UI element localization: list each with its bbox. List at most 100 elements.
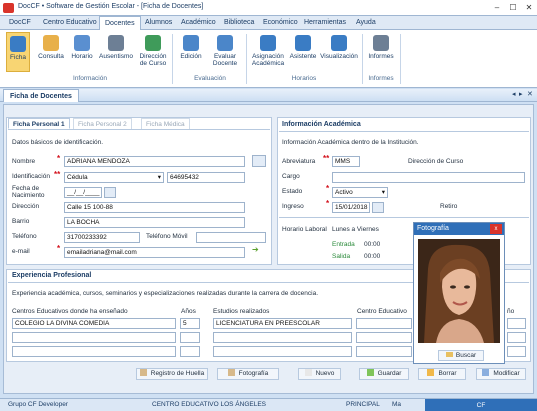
fecha-nacimiento-label: Fecha de Nacimiento <box>12 185 45 200</box>
minimize-icon[interactable]: – <box>490 2 504 13</box>
exp-centro-2[interactable] <box>12 332 176 343</box>
ficha-button[interactable]: Ficha <box>6 32 30 72</box>
fecha-nacimiento-field[interactable]: __/__/____ <box>64 187 102 198</box>
menu-docentes[interactable]: Docentes <box>99 16 141 31</box>
nombre-field[interactable]: ADRIANA MENDOZA <box>64 156 245 167</box>
exp-ano-1[interactable] <box>507 318 526 329</box>
status-role: PRINCIPAL <box>346 401 380 408</box>
borrar-label: Borrar <box>438 370 457 377</box>
ausentismo-button[interactable]: Ausentismo <box>99 32 133 72</box>
exp-centro-educativo-3[interactable] <box>356 346 412 357</box>
exp-ano-2[interactable] <box>507 332 526 343</box>
required-mark: ** <box>323 154 330 163</box>
tab-ficha-personal-2[interactable]: Ficha Personal 2 <box>73 118 132 129</box>
asignacion-academica-button[interactable]: Asignación Académica <box>250 32 286 72</box>
evaluar-docente-button[interactable]: Evaluar Docente <box>209 32 241 72</box>
informes-label: Informes <box>368 53 394 60</box>
abreviatura-field[interactable]: MMS <box>332 156 360 167</box>
menu-herramientas[interactable]: Herramientas <box>299 16 351 30</box>
consulta-button[interactable]: Consulta <box>37 32 65 72</box>
tipo-identificacion-select[interactable]: Cédula ▾ <box>64 172 164 183</box>
modificar-button[interactable]: Modificar <box>476 368 526 380</box>
tab-ficha-personal-1[interactable]: Ficha Personal 1 <box>8 118 70 129</box>
horario-label: Horario <box>71 53 93 60</box>
photo-window-title: Fotografía <box>417 225 449 232</box>
chevron-down-icon: ▾ <box>157 174 161 181</box>
menu-ayuda[interactable]: Ayuda <box>351 16 381 30</box>
fotografia-button[interactable]: Fotografía <box>217 368 279 380</box>
numero-identificacion-field[interactable]: 64695432 <box>167 172 245 183</box>
modificar-label: Modificar <box>493 370 520 377</box>
experiencia-subtitle: Experiencia académica, cursos, seminario… <box>12 290 319 297</box>
identificacion-label: Identificación <box>12 173 50 180</box>
estado-select[interactable]: Activo ▾ <box>332 187 388 198</box>
asistente-button[interactable]: Asistente <box>288 32 318 72</box>
col-estudios: Estudios realizados <box>213 308 270 315</box>
visualizacion-button[interactable]: Visualización <box>320 32 358 72</box>
close-icon[interactable]: ✕ <box>522 2 536 13</box>
email-field[interactable]: emailadriana@mail.com <box>64 247 245 258</box>
email-label: e-mail <box>12 248 30 255</box>
calendar-icon[interactable] <box>104 187 116 198</box>
menu-centro-educativo[interactable]: Centro Educativo <box>38 16 102 30</box>
edicion-button[interactable]: Edición <box>177 32 205 72</box>
movil-field[interactable] <box>196 232 266 243</box>
tab-ficha-medica[interactable]: Ficha Médica <box>141 118 190 129</box>
exp-anos-3[interactable] <box>180 346 200 357</box>
document-tab-bar: Ficha de Docentes ◂ ▸ ✕ <box>0 89 537 102</box>
calendar-icon[interactable] <box>372 202 384 213</box>
save-icon <box>366 369 374 376</box>
status-school: CENTRO EDUCATIVO LOS ÁNGELES <box>152 401 267 408</box>
exp-estudio-2[interactable] <box>213 332 352 343</box>
col-ano: ño <box>507 308 515 315</box>
maximize-icon[interactable]: ☐ <box>506 2 520 13</box>
divider <box>8 129 270 130</box>
academica-subtitle: Información Académica dentro de la Insti… <box>282 139 419 146</box>
group-separator <box>172 34 173 84</box>
exp-estudio-1[interactable]: LICENCIATURA EN PREESCOLAR <box>213 318 352 329</box>
menu-academico[interactable]: Académico <box>176 16 221 30</box>
exp-ano-3[interactable] <box>507 346 526 357</box>
exp-centro-1[interactable]: COLEGIO LA DIVINA COMEDIA <box>12 318 176 329</box>
barrio-field[interactable]: LA BOCHA <box>64 217 245 228</box>
informes-button[interactable]: Informes <box>366 32 396 72</box>
telefono-field[interactable]: 31700233392 <box>64 232 140 243</box>
teacher-photo <box>418 239 500 343</box>
scroll-left-icon[interactable]: ◂ <box>512 90 516 98</box>
menu-alumnos[interactable]: Alumnos <box>140 16 177 30</box>
menu-economico[interactable]: Económico <box>258 16 303 30</box>
photo-close-button[interactable]: x <box>490 224 502 234</box>
exp-anos-1[interactable]: 5 <box>180 318 200 329</box>
close-panel-icon[interactable]: ✕ <box>527 90 533 98</box>
window-title: DocCF • Software de Gestión Escolar - [F… <box>18 3 204 10</box>
evaluar-docente-label: Evaluar Docente <box>212 53 238 68</box>
exp-centro-educativo-1[interactable] <box>356 318 412 329</box>
nuevo-button[interactable]: Nuevo <box>298 368 341 380</box>
exp-centro-3[interactable] <box>12 346 176 357</box>
cargo-field[interactable] <box>332 172 525 183</box>
horario-button[interactable]: Horario <box>68 32 96 72</box>
ingreso-field[interactable]: 15/01/2018 <box>332 202 370 213</box>
exp-centro-educativo-2[interactable] <box>356 332 412 343</box>
borrar-button[interactable]: Borrar <box>418 368 466 380</box>
document-tab[interactable]: Ficha de Docentes <box>3 89 79 102</box>
registro-huella-button[interactable]: Registro de Huella <box>136 368 208 380</box>
email-send-icon[interactable]: ➔ <box>252 245 259 255</box>
menu-biblioteca[interactable]: Biblioteca <box>219 16 259 30</box>
edicion-label: Edición <box>180 53 202 60</box>
exp-estudio-3[interactable] <box>213 346 352 357</box>
scroll-right-icon[interactable]: ▸ <box>519 90 523 98</box>
buscar-button[interactable]: Buscar <box>438 350 484 361</box>
nombre-lookup-icon[interactable] <box>252 155 266 167</box>
guardar-button[interactable]: Guardar <box>359 368 409 380</box>
chevron-down-icon: ▾ <box>381 189 385 196</box>
salida-label: Salida <box>332 253 351 260</box>
menu-doccf[interactable]: DocCF <box>4 16 36 30</box>
direccion-field[interactable]: Calle 15 100-88 <box>64 202 245 213</box>
entrada-label: Entrada <box>332 241 355 248</box>
direccion-curso-button[interactable]: Dirección de Curso <box>137 32 169 72</box>
required-mark: * <box>326 199 330 208</box>
col-centro-educativo: Centro Educativo <box>357 308 407 315</box>
asignacion-academica-label: Asignación Académica <box>251 53 285 68</box>
exp-anos-2[interactable] <box>180 332 200 343</box>
